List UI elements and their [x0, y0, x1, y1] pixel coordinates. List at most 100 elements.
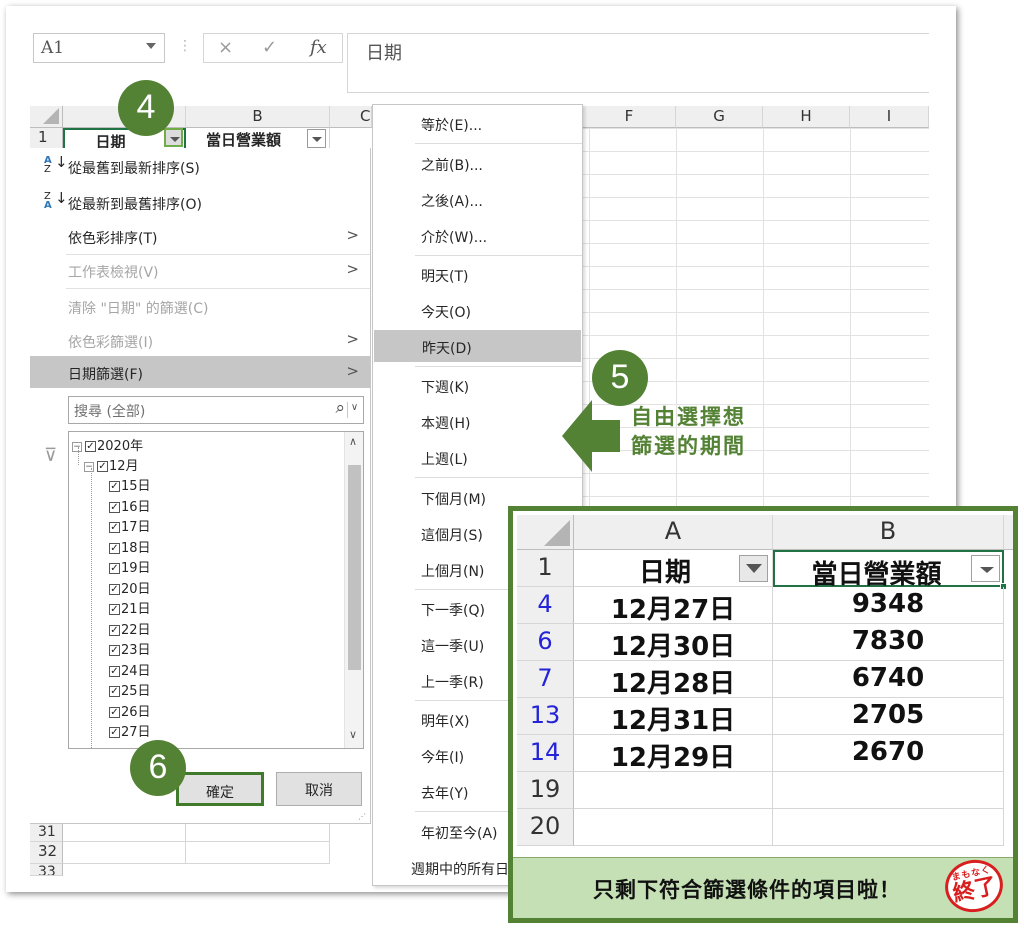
menu-item-yesterday[interactable]: 昨天(D) [374, 330, 581, 362]
tree-node-month[interactable]: − ✓ 12月 [84, 455, 139, 475]
search-icon[interactable]: ⌕ [335, 398, 345, 418]
result-date-cell: 12月30日 [574, 624, 773, 662]
cancel-icon[interactable]: × [218, 37, 233, 58]
chevron-right-icon: > [346, 260, 359, 278]
checkbox-checked-icon[interactable]: ✓ [109, 645, 120, 656]
checkbox-checked-icon[interactable]: ✓ [97, 461, 108, 472]
sort-by-color[interactable]: 依色彩排序(T) > [30, 222, 371, 252]
tree-day-label: 24日 [121, 663, 151, 679]
checkbox-checked-icon[interactable]: ✓ [109, 481, 120, 492]
column-header-i[interactable]: I [850, 106, 929, 128]
function-icon[interactable]: fx [310, 37, 327, 58]
row-header-32[interactable]: 32 [30, 842, 63, 864]
checkbox-checked-icon[interactable]: ✓ [109, 522, 120, 533]
result-sales-cell: 7830 [773, 624, 1004, 661]
autofilter-panel: A Z ↓ 從最舊到最新排序(S) Z A ↓ 從最新到最舊排序(O) 依色彩排序(T)… [30, 148, 371, 824]
resize-grip-icon[interactable]: ⋰ [358, 812, 366, 821]
checkbox-checked-icon[interactable]: ✓ [109, 563, 120, 574]
checkbox-checked-icon[interactable]: ✓ [109, 624, 120, 636]
filter-by-color-label: 依色彩篩選(I) [68, 335, 154, 351]
cell[interactable] [186, 842, 330, 864]
tree-node-day[interactable]: ✓ 20日 [109, 578, 151, 598]
tree-node-year[interactable]: − ✓ 2020年 [72, 435, 143, 455]
cell[interactable] [186, 824, 330, 842]
chevron-down-icon[interactable] [146, 43, 156, 49]
checkbox-checked-icon[interactable]: ✓ [109, 706, 120, 718]
checkbox-checked-icon[interactable]: ✓ [109, 686, 120, 697]
result-caption: 只剩下符合篩選條件的項目啦！ [513, 857, 1013, 918]
column-header-f[interactable]: F [583, 106, 676, 128]
column-header-g[interactable]: G [676, 106, 763, 128]
checkbox-checked-icon[interactable]: ✓ [109, 542, 120, 554]
tree-day-label: 23日 [121, 643, 151, 658]
divider [415, 477, 582, 478]
tree-node-day[interactable]: ✓ 24日 [109, 660, 151, 680]
chevron-right-icon: > [346, 362, 359, 380]
checkbox-checked-icon[interactable]: ✓ [109, 665, 120, 677]
formula-bar[interactable]: 日期 [347, 33, 929, 93]
chevron-down-icon[interactable]: ∨ [349, 728, 357, 741]
chevron-down-icon[interactable]: ∨ [347, 402, 361, 418]
tree-node-day[interactable]: ✓ 25日 [109, 680, 151, 700]
chevron-right-icon: > [346, 330, 359, 348]
tree-day-label: 18日 [121, 540, 151, 556]
scrollbar-thumb[interactable] [348, 465, 361, 670]
filter-value-tree: − ✓ 2020年 − ✓ 12月 ✓ 15日 ✓ 16日 ✓ 17日 ✓ 18日 ✓ 19日 ✓… [68, 431, 364, 749]
row-header-33[interactable]: 33 [30, 864, 63, 876]
result-header-b: 當日營業額 [773, 550, 1004, 590]
filter-dropdown-button-b[interactable] [307, 129, 326, 148]
search-placeholder: 搜尋 (全部) [74, 404, 146, 420]
menu-item-last-week[interactable]: 上週(L) [373, 441, 582, 473]
tree-node-day[interactable]: ✓ 19日 [109, 557, 151, 577]
cancel-button[interactable]: 取消 [276, 772, 362, 806]
checkbox-checked-icon[interactable]: ✓ [85, 441, 96, 452]
filter-search-input[interactable]: 搜尋 (全部) ⌕ ∨ [68, 396, 364, 424]
cell[interactable] [63, 842, 186, 864]
checkbox-checked-icon[interactable]: ✓ [109, 727, 120, 738]
tree-node-day[interactable]: ✓ 15日 [109, 475, 151, 495]
collapse-icon[interactable]: − [84, 461, 94, 472]
menu-item-tomorrow[interactable]: 明天(T) [373, 258, 582, 290]
menu-item-before[interactable]: 之前(B)... [373, 147, 582, 179]
checkbox-checked-icon[interactable]: ✓ [109, 501, 120, 513]
filter-applied-icon [739, 555, 768, 582]
select-all-corner[interactable] [30, 106, 63, 128]
checkbox-checked-icon[interactable]: ✓ [109, 583, 120, 595]
menu-item-this-week[interactable]: 本週(H) [373, 405, 582, 437]
tree-day-label: 16日 [121, 499, 151, 515]
column-header-h[interactable]: H [763, 106, 850, 128]
menu-item-between[interactable]: 介於(W)... [373, 219, 582, 251]
menu-item-after[interactable]: 之後(A)... [373, 183, 582, 215]
name-box[interactable]: A1 [33, 33, 165, 63]
checkbox-checked-icon[interactable]: ✓ [109, 604, 120, 615]
tree-scrollbar[interactable]: ∧ ∨ [344, 432, 363, 748]
name-box-value: A1 [41, 38, 65, 58]
tree-node-day[interactable]: ✓ 26日 [109, 701, 151, 721]
sort-newest-to-oldest[interactable]: 從最新到最舊排序(O) [30, 188, 371, 218]
sort-oldest-to-newest[interactable]: 從最舊到最新排序(S) [30, 152, 371, 182]
tree-node-day[interactable]: ✓ 17日 [109, 516, 151, 536]
result-empty-cell [773, 809, 1004, 846]
filter-dropdown-button-a[interactable] [164, 128, 183, 147]
tree-node-day[interactable]: ✓ 22日 [109, 619, 151, 639]
row-header-1[interactable]: 1 [30, 128, 63, 150]
result-row-header: 13 [517, 698, 574, 735]
row-header-31[interactable]: 31 [30, 824, 63, 842]
cell[interactable] [63, 824, 186, 842]
tree-node-day[interactable]: ✓ 23日 [109, 639, 151, 659]
date-filters[interactable]: 日期篩選(F) > [30, 356, 371, 388]
check-icon[interactable]: ✓ [262, 37, 277, 58]
tree-node-day[interactable]: ✓ 27日 [109, 721, 151, 741]
column-header-b[interactable]: B [186, 106, 330, 128]
column-header-c[interactable]: C [330, 106, 372, 128]
collapse-icon[interactable]: − [72, 441, 82, 452]
menu-item-equals[interactable]: 等於(E)... [373, 107, 582, 139]
tree-node-day[interactable]: ✓ 18日 [109, 537, 151, 557]
menu-item-next-week[interactable]: 下週(K) [373, 369, 582, 401]
menu-item-today[interactable]: 今天(O) [373, 294, 582, 326]
chevron-up-icon[interactable]: ∧ [349, 435, 357, 448]
tree-node-day[interactable]: ✓ 21日 [109, 598, 151, 618]
result-column-c [1004, 515, 1013, 550]
ok-button[interactable]: 確定 [176, 772, 264, 806]
tree-node-day[interactable]: ✓ 16日 [109, 496, 151, 516]
